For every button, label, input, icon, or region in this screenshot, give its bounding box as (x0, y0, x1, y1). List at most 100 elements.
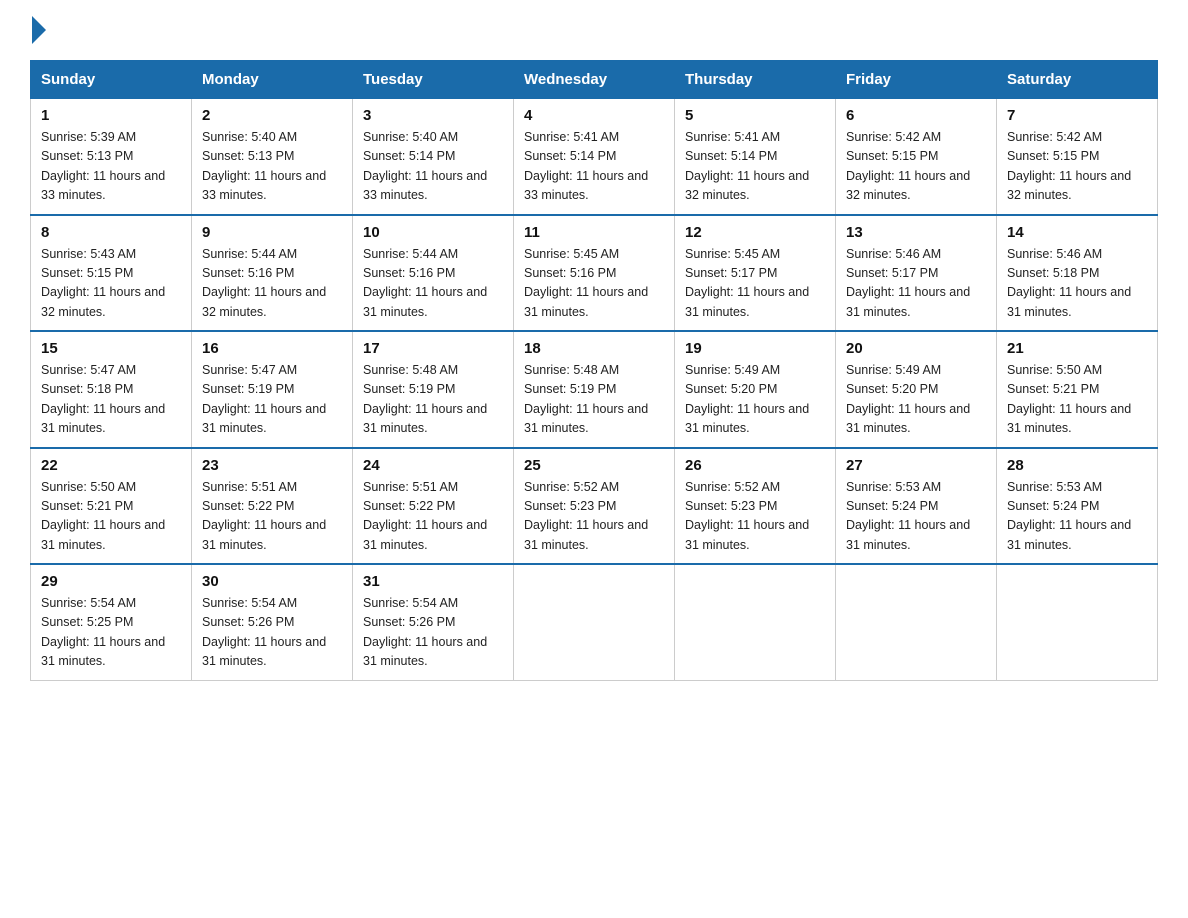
day-number: 30 (202, 573, 342, 590)
sunset-label: Sunset: 5:14 PM (524, 149, 616, 163)
day-number: 6 (846, 107, 986, 124)
calendar-cell: 6 Sunrise: 5:42 AM Sunset: 5:15 PM Dayli… (836, 99, 997, 215)
day-info: Sunrise: 5:54 AM Sunset: 5:25 PM Dayligh… (41, 594, 181, 672)
sunrise-label: Sunrise: 5:45 AM (524, 247, 619, 261)
day-number: 16 (202, 340, 342, 357)
page-header (30, 20, 1158, 40)
calendar-header-row: SundayMondayTuesdayWednesdayThursdayFrid… (31, 61, 1158, 99)
sunrise-label: Sunrise: 5:49 AM (685, 363, 780, 377)
day-info: Sunrise: 5:41 AM Sunset: 5:14 PM Dayligh… (685, 128, 825, 206)
day-info: Sunrise: 5:48 AM Sunset: 5:19 PM Dayligh… (524, 361, 664, 439)
daylight-label: Daylight: 11 hours and 32 minutes. (41, 285, 165, 318)
sunset-label: Sunset: 5:19 PM (202, 382, 294, 396)
sunset-label: Sunset: 5:19 PM (363, 382, 455, 396)
sunset-label: Sunset: 5:26 PM (363, 615, 455, 629)
sunrise-label: Sunrise: 5:42 AM (1007, 130, 1102, 144)
daylight-label: Daylight: 11 hours and 31 minutes. (202, 518, 326, 551)
daylight-label: Daylight: 11 hours and 32 minutes. (202, 285, 326, 318)
sunrise-label: Sunrise: 5:53 AM (846, 480, 941, 494)
daylight-label: Daylight: 11 hours and 33 minutes. (202, 169, 326, 202)
day-number: 10 (363, 224, 503, 241)
calendar-cell: 3 Sunrise: 5:40 AM Sunset: 5:14 PM Dayli… (353, 99, 514, 215)
sunrise-label: Sunrise: 5:53 AM (1007, 480, 1102, 494)
day-number: 5 (685, 107, 825, 124)
calendar-cell (997, 564, 1158, 680)
day-number: 14 (1007, 224, 1147, 241)
sunset-label: Sunset: 5:13 PM (202, 149, 294, 163)
daylight-label: Daylight: 11 hours and 32 minutes. (685, 169, 809, 202)
calendar-cell: 22 Sunrise: 5:50 AM Sunset: 5:21 PM Dayl… (31, 448, 192, 565)
calendar-cell: 25 Sunrise: 5:52 AM Sunset: 5:23 PM Dayl… (514, 448, 675, 565)
daylight-label: Daylight: 11 hours and 31 minutes. (363, 402, 487, 435)
day-info: Sunrise: 5:47 AM Sunset: 5:18 PM Dayligh… (41, 361, 181, 439)
day-info: Sunrise: 5:40 AM Sunset: 5:14 PM Dayligh… (363, 128, 503, 206)
calendar-cell: 8 Sunrise: 5:43 AM Sunset: 5:15 PM Dayli… (31, 215, 192, 332)
sunset-label: Sunset: 5:22 PM (363, 499, 455, 513)
day-info: Sunrise: 5:50 AM Sunset: 5:21 PM Dayligh… (1007, 361, 1147, 439)
sunrise-label: Sunrise: 5:51 AM (363, 480, 458, 494)
calendar-week-row: 1 Sunrise: 5:39 AM Sunset: 5:13 PM Dayli… (31, 99, 1158, 215)
day-number: 12 (685, 224, 825, 241)
daylight-label: Daylight: 11 hours and 33 minutes. (363, 169, 487, 202)
calendar-cell: 9 Sunrise: 5:44 AM Sunset: 5:16 PM Dayli… (192, 215, 353, 332)
daylight-label: Daylight: 11 hours and 31 minutes. (685, 402, 809, 435)
sunrise-label: Sunrise: 5:47 AM (202, 363, 297, 377)
column-header-tuesday: Tuesday (353, 61, 514, 99)
column-header-saturday: Saturday (997, 61, 1158, 99)
sunrise-label: Sunrise: 5:50 AM (41, 480, 136, 494)
day-info: Sunrise: 5:39 AM Sunset: 5:13 PM Dayligh… (41, 128, 181, 206)
day-number: 26 (685, 457, 825, 474)
sunset-label: Sunset: 5:24 PM (1007, 499, 1099, 513)
column-header-monday: Monday (192, 61, 353, 99)
daylight-label: Daylight: 11 hours and 31 minutes. (41, 518, 165, 551)
sunrise-label: Sunrise: 5:54 AM (202, 596, 297, 610)
day-number: 11 (524, 224, 664, 241)
daylight-label: Daylight: 11 hours and 32 minutes. (846, 169, 970, 202)
calendar-cell: 12 Sunrise: 5:45 AM Sunset: 5:17 PM Dayl… (675, 215, 836, 332)
day-info: Sunrise: 5:41 AM Sunset: 5:14 PM Dayligh… (524, 128, 664, 206)
calendar-cell: 13 Sunrise: 5:46 AM Sunset: 5:17 PM Dayl… (836, 215, 997, 332)
calendar-cell: 30 Sunrise: 5:54 AM Sunset: 5:26 PM Dayl… (192, 564, 353, 680)
calendar-cell: 27 Sunrise: 5:53 AM Sunset: 5:24 PM Dayl… (836, 448, 997, 565)
day-number: 3 (363, 107, 503, 124)
daylight-label: Daylight: 11 hours and 31 minutes. (363, 518, 487, 551)
sunset-label: Sunset: 5:21 PM (41, 499, 133, 513)
day-info: Sunrise: 5:49 AM Sunset: 5:20 PM Dayligh… (685, 361, 825, 439)
day-info: Sunrise: 5:48 AM Sunset: 5:19 PM Dayligh… (363, 361, 503, 439)
calendar-cell: 2 Sunrise: 5:40 AM Sunset: 5:13 PM Dayli… (192, 99, 353, 215)
day-number: 27 (846, 457, 986, 474)
sunrise-label: Sunrise: 5:43 AM (41, 247, 136, 261)
sunset-label: Sunset: 5:23 PM (685, 499, 777, 513)
day-number: 19 (685, 340, 825, 357)
calendar-week-row: 8 Sunrise: 5:43 AM Sunset: 5:15 PM Dayli… (31, 215, 1158, 332)
day-info: Sunrise: 5:52 AM Sunset: 5:23 PM Dayligh… (685, 478, 825, 556)
sunset-label: Sunset: 5:20 PM (846, 382, 938, 396)
day-number: 1 (41, 107, 181, 124)
sunrise-label: Sunrise: 5:40 AM (202, 130, 297, 144)
sunrise-label: Sunrise: 5:48 AM (363, 363, 458, 377)
daylight-label: Daylight: 11 hours and 31 minutes. (685, 518, 809, 551)
daylight-label: Daylight: 11 hours and 31 minutes. (846, 518, 970, 551)
daylight-label: Daylight: 11 hours and 31 minutes. (41, 635, 165, 668)
calendar-cell: 21 Sunrise: 5:50 AM Sunset: 5:21 PM Dayl… (997, 331, 1158, 448)
sunset-label: Sunset: 5:25 PM (41, 615, 133, 629)
sunset-label: Sunset: 5:18 PM (1007, 266, 1099, 280)
sunrise-label: Sunrise: 5:41 AM (685, 130, 780, 144)
sunset-label: Sunset: 5:14 PM (685, 149, 777, 163)
sunrise-label: Sunrise: 5:45 AM (685, 247, 780, 261)
calendar-cell: 4 Sunrise: 5:41 AM Sunset: 5:14 PM Dayli… (514, 99, 675, 215)
calendar-cell: 14 Sunrise: 5:46 AM Sunset: 5:18 PM Dayl… (997, 215, 1158, 332)
sunset-label: Sunset: 5:17 PM (685, 266, 777, 280)
daylight-label: Daylight: 11 hours and 31 minutes. (363, 635, 487, 668)
sunrise-label: Sunrise: 5:39 AM (41, 130, 136, 144)
day-info: Sunrise: 5:44 AM Sunset: 5:16 PM Dayligh… (202, 245, 342, 323)
daylight-label: Daylight: 11 hours and 31 minutes. (1007, 285, 1131, 318)
sunset-label: Sunset: 5:14 PM (363, 149, 455, 163)
daylight-label: Daylight: 11 hours and 31 minutes. (846, 402, 970, 435)
day-number: 31 (363, 573, 503, 590)
calendar-cell: 29 Sunrise: 5:54 AM Sunset: 5:25 PM Dayl… (31, 564, 192, 680)
day-info: Sunrise: 5:51 AM Sunset: 5:22 PM Dayligh… (363, 478, 503, 556)
daylight-label: Daylight: 11 hours and 31 minutes. (846, 285, 970, 318)
sunrise-label: Sunrise: 5:46 AM (1007, 247, 1102, 261)
sunrise-label: Sunrise: 5:40 AM (363, 130, 458, 144)
